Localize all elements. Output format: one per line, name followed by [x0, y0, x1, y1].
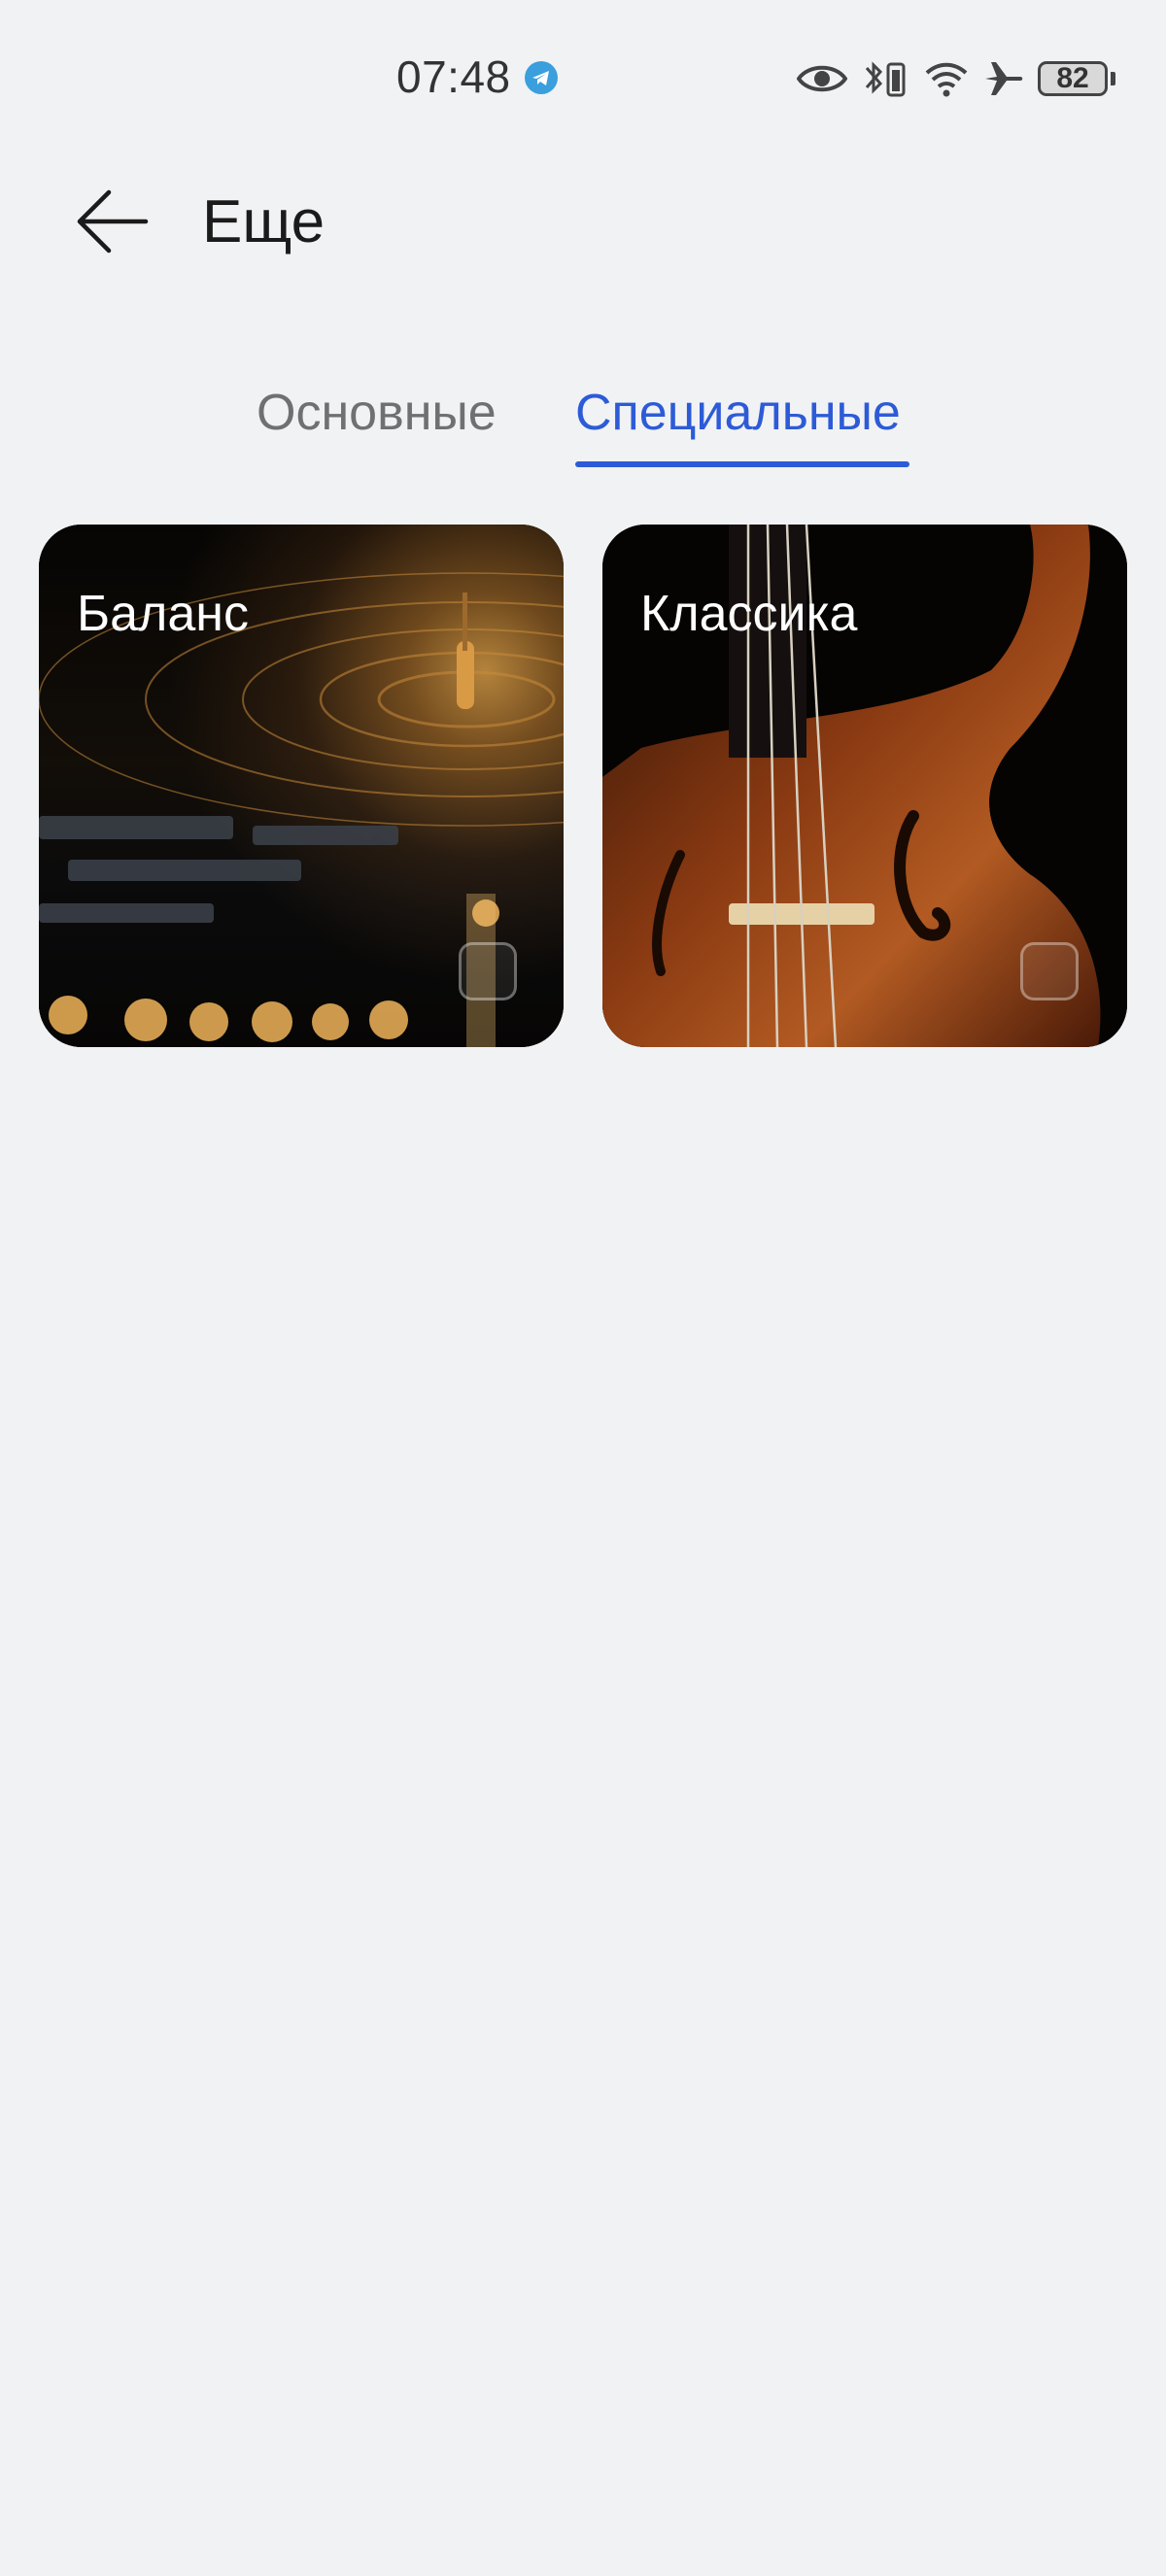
page-title: Еще: [202, 188, 326, 255]
telegram-icon: [525, 61, 558, 94]
back-button[interactable]: [72, 181, 154, 262]
bluetooth-battery-icon: [861, 58, 909, 99]
card-label-classic: Классика: [640, 586, 858, 642]
battery-level: 82: [1038, 61, 1108, 96]
eye-icon: [797, 62, 847, 95]
tab-bar: Основные Специальные: [0, 384, 1166, 481]
wifi-icon: [923, 59, 970, 98]
arrow-left-icon: [77, 189, 149, 254]
screen: 07:48 82 Еще Основные Специальные Баланс…: [0, 0, 1166, 2576]
status-time: 07:48: [396, 51, 511, 102]
card-label-balance: Баланс: [77, 586, 250, 642]
tab-special[interactable]: Специальные: [575, 384, 901, 442]
battery-icon: 82: [1038, 61, 1115, 96]
status-icons: 82: [783, 56, 1115, 101]
preset-card-balance[interactable]: Баланс: [39, 525, 564, 1047]
card-checkbox-balance[interactable]: [459, 942, 517, 1000]
card-checkbox-classic[interactable]: [1020, 942, 1079, 1000]
status-bar: 07:48 82: [0, 0, 1166, 155]
tab-basic[interactable]: Основные: [257, 384, 497, 442]
tab-active-indicator: [575, 461, 909, 467]
airplane-icon: [983, 58, 1024, 99]
preset-card-classic[interactable]: Классика: [602, 525, 1127, 1047]
